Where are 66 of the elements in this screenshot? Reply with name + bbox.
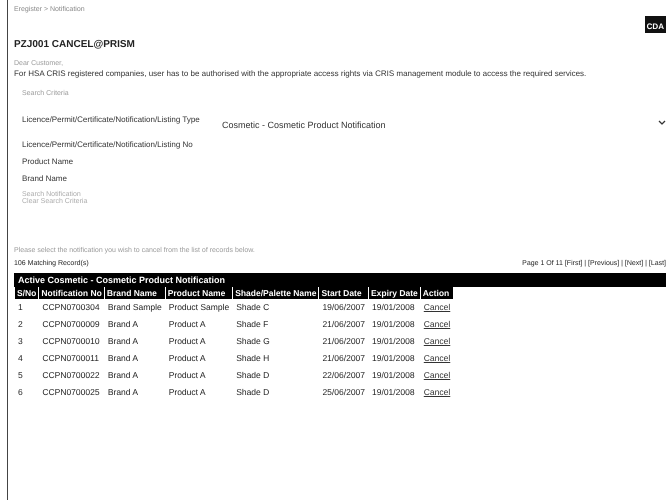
page-title: PZJ001 CANCEL@PRISM <box>14 39 136 50</box>
table-cell-text: 21/06/2007 <box>321 318 366 332</box>
table-cell-text: 19/01/2008 <box>371 369 416 382</box>
field-label: Licence/Permit/Certificate/Notification/Listing No <box>22 140 194 149</box>
table-cell-text: 3 <box>17 335 24 348</box>
cancel-link[interactable]: Cancel <box>424 302 450 312</box>
logo: CDA <box>644 16 666 33</box>
intro-text: For HSA CRIS registered companies, user has to be authorised with the appropriate access rights via CRIS management module to access the required services. <box>14 69 588 80</box>
table-cell-text: 19/06/2007 <box>321 301 366 314</box>
field-label: Licence/Permit/Certificate/Notification/Listing Type <box>22 114 201 124</box>
field-label: Brand Name <box>22 174 68 183</box>
column-header: Brand Name <box>104 286 165 299</box>
column-header: Notification No <box>39 286 104 299</box>
table-cell-text: 1 <box>17 301 24 314</box>
cancel-link[interactable]: Cancel <box>424 370 450 380</box>
table-cell-text: 19/01/2008 <box>371 386 416 400</box>
table-cell-text: 19/01/2008 <box>371 352 416 366</box>
table-cell-text: Product A <box>168 352 207 366</box>
table-cell-text: Product A <box>168 318 207 332</box>
table-cell-text: Product A <box>168 369 207 382</box>
table-cell-text: 4 <box>17 352 24 366</box>
table-caption: Active Cosmetic - Cosmetic Product Notification <box>14 272 666 287</box>
table-cell-text: 22/06/2007 <box>321 369 366 382</box>
table-cell-text: 5 <box>17 369 24 382</box>
table-cell-text: Shade F <box>235 318 270 332</box>
field-label: Product Name <box>22 156 74 166</box>
chevron-icon <box>658 120 666 126</box>
table-cell-text: Brand A <box>106 369 140 382</box>
table-cell-text: CCPN0700304 <box>41 301 101 314</box>
table-cell-text: Shade G <box>235 335 271 348</box>
table-cell-text: 21/06/2007 <box>321 335 366 348</box>
table-cell-text: 2 <box>17 318 24 332</box>
table-cell-text: CCPN0700022 <box>41 369 101 382</box>
table-cell-text: Brand A <box>106 335 140 348</box>
column-header: S/No <box>15 286 38 299</box>
cancel-link[interactable]: Cancel <box>424 319 450 330</box>
cancel-link[interactable]: Cancel <box>424 353 450 364</box>
table-cell-text: Shade D <box>235 369 270 382</box>
table-cell-text: Shade D <box>235 386 270 400</box>
table-cell-text: 6 <box>17 386 24 400</box>
column-header: Shade/Palette Name <box>233 286 318 299</box>
table-cell-text: CCPN0700025 <box>41 386 101 400</box>
table-cell-text: 19/01/2008 <box>371 301 416 314</box>
table-cell-text: Product Sample <box>168 301 230 314</box>
table-cell-text: CCPN0700010 <box>41 335 101 348</box>
table-cell-text: Brand Sample <box>106 301 163 314</box>
table-cell-text: 19/01/2008 <box>371 318 416 332</box>
table-cell-text: CCPN0700009 <box>41 318 101 332</box>
column-header: Start Date <box>319 286 368 299</box>
type-select[interactable]: Cosmetic - Cosmetic Product Notification <box>222 118 666 132</box>
table-cell-text: 21/06/2007 <box>321 352 366 366</box>
table-cell-text: Brand A <box>106 352 140 366</box>
cancel-link[interactable]: Cancel <box>424 387 450 398</box>
table-cell-text: Brand A <box>106 318 140 332</box>
table-cell-text: 19/01/2008 <box>371 335 416 348</box>
table-cell-text: Shade C <box>235 301 270 314</box>
column-header: Action <box>420 286 454 299</box>
cancel-link[interactable]: Cancel <box>424 336 450 346</box>
table-cell-text: 25/06/2007 <box>321 386 366 400</box>
table-cell-text: CCPN0700011 <box>41 352 100 366</box>
table-cell-text: Product A <box>168 335 207 348</box>
table-cell-text: Shade H <box>235 352 270 366</box>
column-header: Expiry Date <box>369 286 420 299</box>
table-cell-text: Product A <box>168 386 207 400</box>
table-cell-text: Brand A <box>106 386 140 400</box>
column-header: Product Name <box>166 286 232 299</box>
